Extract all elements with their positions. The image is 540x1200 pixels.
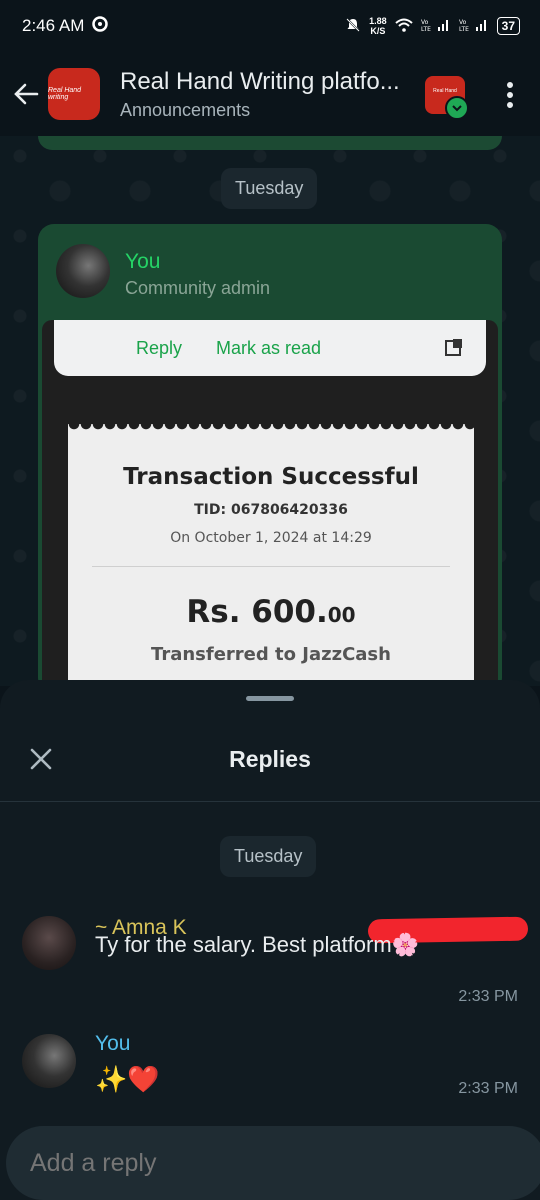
chat-area[interactable]: Tuesday You Community admin Reply Mark a… (0, 136, 540, 686)
receipt-tid: TID: 067806420336 (194, 502, 348, 518)
reply-message-text[interactable]: Ty for the salary. Best platform🌸 (95, 932, 419, 958)
chevron-down-icon[interactable] (445, 96, 469, 120)
receipt-transferred-to: Transferred to JazzCash (151, 644, 391, 665)
notification-reply-label: Reply (136, 338, 183, 358)
community-avatar-caption: Real Hand (433, 88, 457, 94)
sheet-title: Replies (229, 746, 311, 772)
previous-message[interactable] (38, 136, 502, 150)
chat-header: Real Hand writing Real Hand Writing plat… (0, 52, 540, 136)
receipt-date: On October 1, 2024 at 14:29 (170, 530, 372, 546)
battery-indicator: 37 (496, 17, 520, 35)
group-avatar[interactable]: Real Hand writing (48, 68, 100, 120)
open-external-icon (445, 339, 462, 356)
replies-sheet: Replies Tuesday ~ Amna K Ty for the sala… (0, 680, 540, 1200)
sender-role: Community admin (125, 278, 271, 298)
dot-icon (507, 92, 513, 98)
sheet-drag-handle[interactable] (246, 696, 294, 701)
header-info[interactable]: Real Hand Writing platfo... Announcement… (120, 68, 420, 121)
receipt-title: Transaction Successful (123, 464, 419, 490)
group-title: Real Hand Writing platfo... (120, 67, 400, 95)
transaction-receipt: Transaction Successful TID: 067806420336… (68, 418, 474, 686)
avatar[interactable] (56, 244, 110, 298)
divider (0, 801, 540, 802)
message-image[interactable]: Reply Mark as read Transaction Successfu… (42, 320, 498, 686)
notification-mark-read-label: Mark as read (216, 338, 322, 358)
avatar[interactable] (22, 916, 76, 970)
reply-timestamp: 2:33 PM (458, 988, 518, 1005)
signal-2-icon: Vo LTE (459, 18, 489, 35)
replies-date-divider: Tuesday (220, 836, 317, 877)
network-speed: 1.88 K/S (369, 16, 387, 36)
more-options-button[interactable] (498, 80, 522, 110)
receipt-divider (92, 566, 450, 567)
receipt-amount: Rs. 600.00 (186, 594, 356, 630)
wifi-icon (394, 18, 413, 35)
svg-text:LTE: LTE (459, 26, 469, 32)
chat-date-divider: Tuesday (221, 168, 318, 209)
status-bar: 2:46 AM 1.88 K/S Vo LTE Vo LTE 37 (0, 0, 540, 52)
sender-name: You (125, 250, 161, 273)
dot-icon (507, 82, 513, 88)
mute-icon (345, 17, 361, 36)
dot-icon (507, 102, 513, 108)
group-avatar-caption: Real Hand writing (48, 87, 82, 101)
message-bubble[interactable]: You Community admin Reply Mark as read T… (38, 224, 502, 686)
signal-1-icon: Vo LTE (421, 18, 451, 35)
status-time: 2:46 AM (22, 16, 85, 35)
svg-text:Vo: Vo (459, 19, 467, 26)
reply-timestamp: 2:33 PM (458, 1080, 518, 1097)
app-notification-icon (92, 15, 109, 37)
avatar[interactable] (22, 1034, 76, 1088)
reply-sender-name[interactable]: You (95, 1032, 130, 1056)
svg-text:LTE: LTE (421, 26, 431, 32)
group-subtitle: Announcements (120, 99, 251, 120)
arrow-left-icon (14, 83, 39, 105)
notification-card: Reply Mark as read (54, 320, 486, 376)
svg-text:Vo: Vo (421, 19, 429, 26)
reply-message-text[interactable]: ✨❤️ (95, 1064, 160, 1095)
back-button[interactable] (6, 74, 46, 114)
reply-input[interactable] (6, 1126, 540, 1200)
